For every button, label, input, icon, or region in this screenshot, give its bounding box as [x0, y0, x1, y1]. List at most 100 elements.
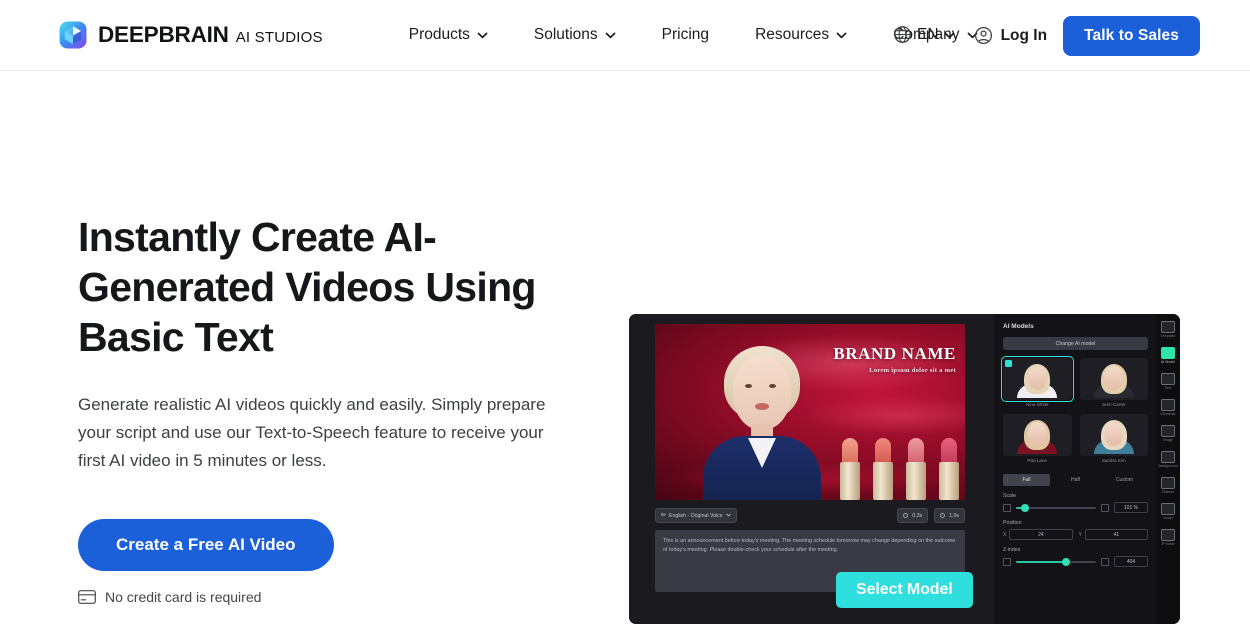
selected-check-icon [1005, 360, 1012, 367]
chevron-down-icon [477, 26, 488, 44]
timing-chip-end[interactable]: 1.0s [934, 508, 965, 523]
elements-icon [1160, 399, 1175, 411]
scale-slider-row: 101 % [1003, 502, 1148, 513]
ip-voice-icon [1161, 529, 1175, 541]
ai-model-grid: Nina White Jenn Carter Rita Lane Sandra … [1001, 356, 1148, 463]
lipstick-product-group [839, 430, 959, 500]
rail-label: Text [1164, 386, 1172, 390]
nav-item-resources[interactable]: Resources [732, 20, 870, 50]
brand-product: AI STUDIOS [235, 29, 323, 46]
cube-logo-icon [59, 21, 87, 49]
chevron-down-icon [725, 513, 731, 519]
select-model-overlay-button[interactable]: Select Model [836, 572, 973, 608]
scale-lock-icon [1003, 503, 1011, 512]
login-label: Log In [1000, 26, 1048, 44]
timing-label: 1.0s [949, 512, 959, 519]
nav-item-pricing[interactable]: Pricing [639, 20, 732, 50]
rail-label: AI Model [1160, 360, 1176, 364]
rail-label: Frames [1161, 490, 1175, 494]
frames-icon [1161, 477, 1175, 489]
chevron-down-icon [836, 26, 847, 44]
ai-model-name: Sandra Kim [1101, 458, 1126, 463]
hero-copy: Instantly Create AI-Generated Videos Usi… [78, 212, 598, 605]
ai-model-card-4[interactable]: Sandra Kim [1079, 414, 1148, 463]
nav-label: Pricing [661, 26, 710, 43]
rail-item-ip-voice[interactable]: IP Voice [1161, 529, 1175, 546]
nav-label: Solutions [533, 26, 598, 43]
model-crop-tabs: Full Half Custom [1003, 474, 1148, 486]
user-circle-icon [974, 26, 993, 45]
video-stage-preview[interactable]: BRAND NAME Lorem ipsum dolor sit a met [655, 324, 965, 500]
create-free-ai-video-button[interactable]: Create a Free AI Video [78, 519, 334, 571]
zindex-slider-row: 404 [1003, 556, 1148, 567]
background-icon [1161, 451, 1175, 463]
zindex-lock-icon [1003, 557, 1011, 566]
no-credit-card-label: No credit card is required [105, 589, 262, 605]
voice-language-chip[interactable]: English - Original Voice [655, 508, 737, 523]
position-row: X 24 Y 41 [1003, 529, 1148, 540]
rail-item-image[interactable]: Image [1161, 425, 1175, 442]
ai-model-card-1[interactable]: Nina White [1001, 356, 1074, 407]
clock-icon [940, 513, 946, 518]
language-label: EN [917, 25, 939, 43]
scale-label: Scale [1003, 493, 1016, 499]
image-icon [1161, 425, 1175, 437]
page-title: Instantly Create AI-Generated Videos Usi… [78, 214, 536, 360]
chevron-down-icon [944, 26, 955, 44]
nav-item-products[interactable]: Products [386, 20, 511, 50]
rail-item-text[interactable]: Text [1161, 373, 1175, 390]
rail-item-elements[interactable]: Elements [1160, 399, 1176, 416]
timing-chip-start[interactable]: 0.3s [897, 508, 929, 523]
voice-control-row: English - Original Voice 0.3s 1.0s [655, 506, 965, 525]
rail-item-template[interactable]: Template [1161, 321, 1175, 338]
timing-label: 0.3s [912, 512, 923, 519]
rail-label: IP Voice [1161, 542, 1175, 546]
scale-reset-icon[interactable] [1101, 503, 1109, 512]
ai-model-card-3[interactable]: Rita Lane [1003, 414, 1072, 463]
ai-models-panel-title: AI Models [1003, 323, 1034, 330]
no-credit-card-note: No credit card is required [78, 589, 598, 605]
ai-model-name: Rita Lane [1027, 458, 1048, 463]
change-ai-model-button[interactable]: Change AI model [1003, 337, 1148, 350]
hero-subtitle: Generate realistic AI videos quickly and… [78, 395, 546, 470]
zindex-slider[interactable] [1016, 557, 1096, 566]
ai-model-card-2[interactable]: Jenn Carter [1079, 358, 1148, 407]
header-actions: Log In Talk to Sales [974, 0, 1200, 71]
rail-item-ai-model[interactable]: AI Model [1161, 347, 1175, 364]
chevron-down-icon [605, 26, 616, 44]
zindex-value[interactable]: 404 [1114, 556, 1148, 567]
rail-item-audio[interactable]: Audio [1161, 503, 1175, 520]
login-button[interactable]: Log In [974, 26, 1048, 45]
rail-item-frames[interactable]: Frames [1161, 477, 1175, 494]
tab-half[interactable]: Half [1052, 474, 1099, 486]
text-icon [1161, 373, 1175, 385]
position-x-input[interactable]: 24 [1009, 529, 1073, 540]
position-label: Position [1003, 520, 1022, 526]
nav-label: Resources [755, 26, 830, 43]
ai-models-panel: AI Models Change AI model Nina White Jen… [994, 314, 1156, 624]
scale-slider[interactable] [1016, 503, 1096, 512]
language-selector[interactable]: EN [893, 25, 955, 44]
talk-to-sales-button[interactable]: Talk to Sales [1063, 15, 1200, 56]
stage-brand-title-block: BRAND NAME Lorem ipsum dolor sit a met [833, 344, 956, 374]
brand-logo-link[interactable]: DEEPBRAIN AI STUDIOS [59, 21, 323, 49]
rail-label: Audio [1163, 516, 1173, 520]
rail-label: Background [1158, 464, 1178, 468]
rail-label: Image [1163, 438, 1173, 442]
audio-icon [1161, 503, 1175, 515]
tab-custom[interactable]: Custom [1101, 474, 1148, 486]
ai-model-name: Jenn Carter [1101, 402, 1126, 407]
position-x-axis-label: X [1003, 531, 1007, 538]
scale-value[interactable]: 101 % [1114, 502, 1148, 513]
ai-model-icon [1161, 347, 1175, 359]
position-y-axis-label: Y [1078, 531, 1082, 538]
brand-name: DEEPBRAIN [98, 22, 229, 47]
stage-brand-title: BRAND NAME [833, 344, 956, 363]
tab-full[interactable]: Full [1003, 474, 1050, 486]
zindex-reset-icon[interactable] [1101, 557, 1109, 566]
rail-label: Elements [1160, 412, 1176, 416]
position-y-input[interactable]: 41 [1084, 529, 1148, 540]
nav-item-solutions[interactable]: Solutions [511, 20, 639, 50]
stage-brand-subtitle: Lorem ipsum dolor sit a met [869, 367, 956, 374]
rail-item-background[interactable]: Background [1158, 451, 1178, 468]
